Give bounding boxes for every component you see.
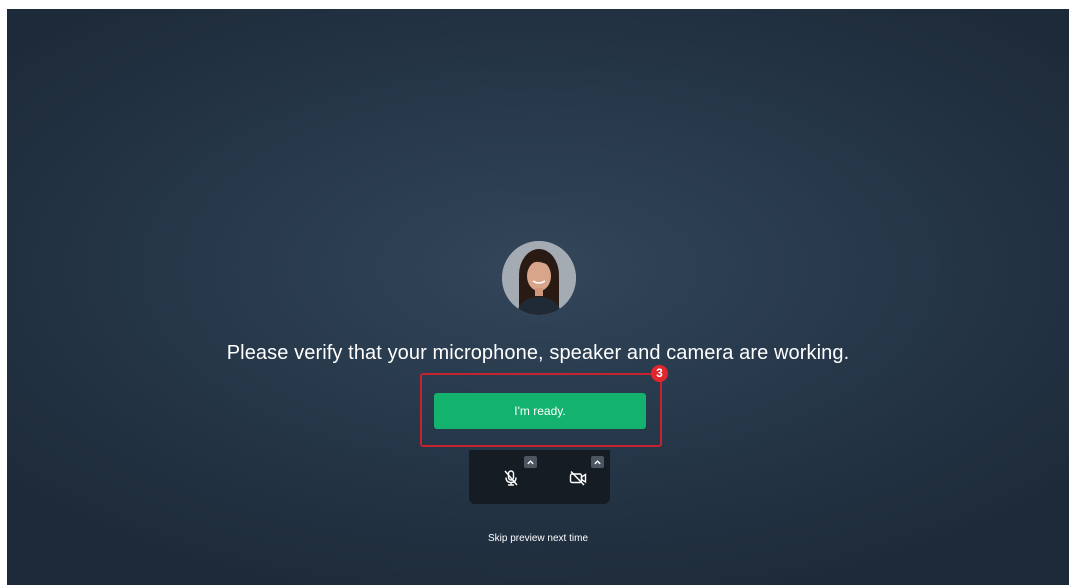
step-number-badge: 3 (651, 365, 668, 382)
microphone-options-button[interactable] (524, 456, 537, 468)
camera-toggle-button[interactable] (564, 464, 592, 492)
avatar-photo (502, 241, 576, 315)
im-ready-button[interactable]: I'm ready. (434, 393, 646, 429)
skip-preview-link[interactable]: Skip preview next time (488, 533, 588, 544)
device-controls-bar (469, 450, 610, 504)
chevron-up-icon (594, 459, 601, 464)
microphone-toggle-button[interactable] (497, 464, 525, 492)
verify-devices-message: Please verify that your microphone, spea… (226, 342, 850, 364)
user-avatar (502, 241, 576, 315)
chevron-up-icon (527, 459, 534, 464)
camera-off-icon (569, 470, 587, 486)
microphone-muted-icon (504, 470, 518, 486)
camera-options-button[interactable] (591, 456, 604, 468)
skip-preview-row: Skip preview next time (7, 533, 1069, 544)
device-preview-screen: Please verify that your microphone, spea… (7, 9, 1069, 585)
